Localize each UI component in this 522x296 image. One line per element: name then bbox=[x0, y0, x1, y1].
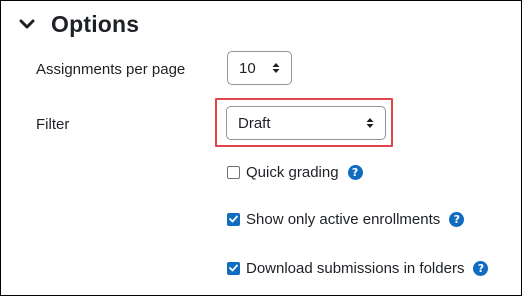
download-in-folders-option[interactable]: Download submissions in folders ? bbox=[227, 258, 489, 278]
show-active-enrollments-checkbox[interactable] bbox=[227, 212, 240, 226]
question-circle-icon[interactable]: ? bbox=[347, 164, 363, 180]
assignments-per-page-value: 10 bbox=[239, 59, 256, 77]
filter-label: Filter bbox=[36, 116, 70, 133]
chevron-down-icon[interactable] bbox=[19, 12, 45, 36]
question-circle-icon[interactable]: ? bbox=[449, 211, 465, 227]
select-updown-icon bbox=[365, 117, 375, 129]
download-in-folders-label[interactable]: Download submissions in folders bbox=[246, 260, 464, 277]
checkmark-icon bbox=[229, 264, 238, 272]
assignments-per-page-label: Assignments per page bbox=[36, 61, 186, 78]
select-updown-icon bbox=[271, 62, 281, 74]
assignments-per-page-select[interactable]: 10 bbox=[227, 51, 292, 85]
checkmark-icon bbox=[229, 215, 238, 223]
question-circle-icon[interactable]: ? bbox=[473, 260, 489, 276]
show-active-enrollments-option[interactable]: Show only active enrollments ? bbox=[227, 209, 465, 229]
quick-grading-label[interactable]: Quick grading bbox=[246, 164, 339, 181]
options-section-header[interactable]: Options bbox=[19, 9, 139, 39]
section-title: Options bbox=[51, 10, 140, 37]
quick-grading-checkbox[interactable] bbox=[227, 165, 240, 179]
show-active-enrollments-label[interactable]: Show only active enrollments bbox=[246, 211, 440, 228]
quick-grading-option[interactable]: Quick grading ? bbox=[227, 162, 363, 182]
filter-select[interactable]: Draft bbox=[226, 106, 386, 140]
filter-value: Draft bbox=[238, 114, 271, 132]
options-panel: Options Assignments per page 10 Filter D… bbox=[0, 0, 522, 296]
download-in-folders-checkbox[interactable] bbox=[227, 261, 240, 275]
